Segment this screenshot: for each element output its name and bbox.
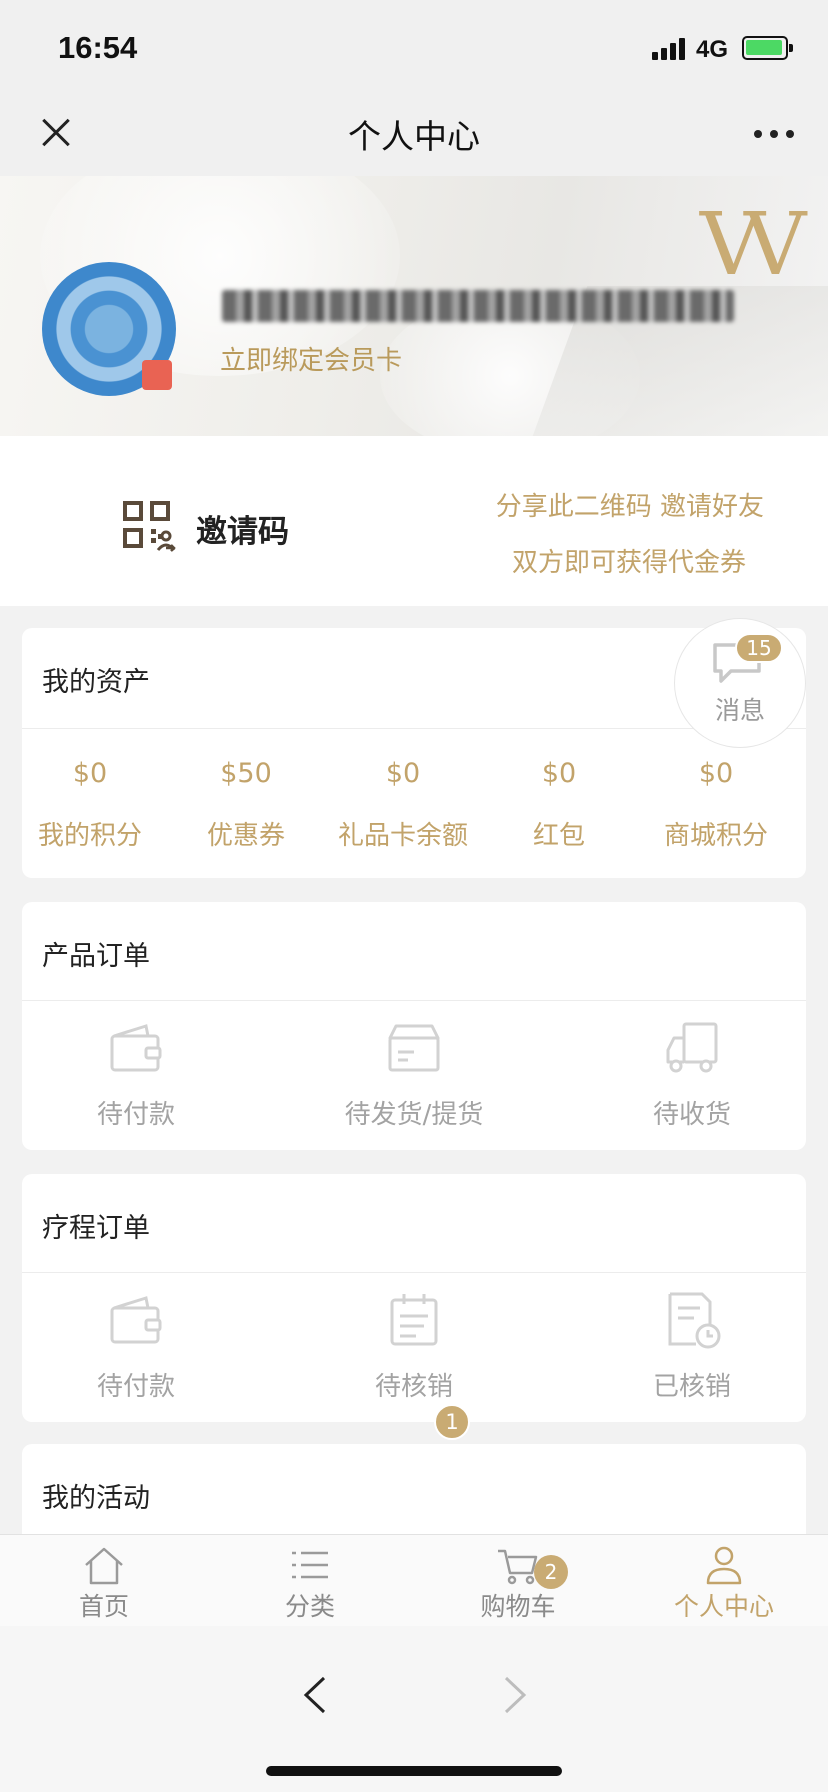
assets-title: 我的资产: [42, 667, 150, 698]
battery-icon: [742, 36, 793, 60]
order-label: 待付款: [96, 1372, 175, 1402]
asset-mall-points[interactable]: $0 商城积分: [636, 758, 796, 852]
forward-arrow-icon[interactable]: [500, 1674, 530, 1716]
tab-label: 分类: [284, 1592, 335, 1621]
asset-label: 红包: [532, 821, 585, 851]
asset-label: 商城积分: [663, 821, 768, 851]
qr-code-icon: [123, 501, 176, 552]
asset-points[interactable]: $0 我的积分: [10, 758, 170, 852]
asset-value: $0: [385, 758, 421, 789]
therapy-verified[interactable]: 已核销: [582, 1290, 802, 1403]
divider: [22, 1000, 806, 1001]
status-time: 16:54: [58, 30, 138, 65]
product-orders-card: 产品订单 待付款 待发货/提货 待收货: [22, 902, 806, 1150]
list-icon: [292, 1551, 328, 1579]
messages-button[interactable]: 15 消息: [674, 618, 806, 748]
therapy-orders-card: 疗程订单 待付款 待核销 1 已核销: [22, 1174, 806, 1440]
status-bar: 16:54 4G: [0, 0, 828, 100]
messages-badge: 15: [735, 633, 783, 663]
browser-nav-bar: [0, 1626, 828, 1792]
invite-code-label: 邀请码: [196, 514, 289, 550]
order-pending-payment[interactable]: 待付款: [26, 1018, 246, 1131]
therapy-pending-payment[interactable]: 待付款: [26, 1290, 246, 1403]
box-icon: [388, 1024, 440, 1072]
order-label: 待收货: [652, 1100, 731, 1130]
activities-title: 我的活动: [42, 1483, 150, 1514]
network-type: 4G: [696, 36, 729, 63]
user-name-blurred: [222, 290, 734, 322]
order-pending-receipt[interactable]: 待收货: [582, 1018, 802, 1131]
brand-logo: VV: [700, 195, 806, 295]
tab-home[interactable]: 首页: [34, 1545, 174, 1623]
tab-label: 购物车: [480, 1592, 556, 1621]
tab-categories[interactable]: 分类: [240, 1545, 380, 1623]
asset-label: 优惠券: [206, 821, 285, 851]
divider: [22, 728, 806, 729]
cart-icon: [498, 1549, 538, 1585]
tab-profile[interactable]: 个人中心: [654, 1545, 794, 1623]
tab-label: 首页: [78, 1592, 129, 1621]
wallet-icon: [110, 1024, 162, 1072]
nav-bar: 个人中心: [0, 100, 828, 176]
order-pending-shipment[interactable]: 待发货/提货: [304, 1018, 524, 1131]
messages-label: 消息: [714, 696, 765, 725]
home-indicator: [266, 1766, 562, 1776]
order-label: 待付款: [96, 1100, 175, 1130]
tab-label: 个人中心: [673, 1592, 774, 1621]
asset-value: $0: [72, 758, 108, 789]
cart-badge: 2: [534, 1555, 568, 1589]
therapy-orders-title: 疗程订单: [42, 1213, 150, 1244]
invite-description-1: 分享此二维码 邀请好友: [495, 492, 764, 522]
product-orders-title: 产品订单: [42, 941, 150, 972]
asset-value: $0: [541, 758, 577, 789]
asset-value: $50: [220, 758, 272, 789]
order-label: 已核销: [652, 1372, 731, 1402]
verification-badge: 1: [434, 1404, 470, 1440]
asset-value: $0: [698, 758, 734, 789]
truck-icon: [666, 1022, 718, 1073]
tab-bar: 首页 分类 购物车 2 个人中心: [0, 1534, 828, 1626]
more-icon[interactable]: [754, 130, 794, 138]
therapy-pending-verification[interactable]: 待核销 1: [304, 1290, 524, 1440]
asset-gift-card[interactable]: $0 礼品卡余额: [323, 758, 483, 852]
asset-coupons[interactable]: $50 优惠券: [166, 758, 326, 852]
back-arrow-icon[interactable]: [300, 1674, 330, 1716]
tab-cart[interactable]: 购物车 2: [448, 1545, 588, 1623]
page-title: 个人中心: [348, 117, 480, 156]
profile-banner: VV 立即绑定会员卡: [0, 176, 828, 436]
asset-red-packet[interactable]: $0 红包: [479, 758, 639, 852]
home-icon: [85, 1547, 123, 1585]
document-clock-icon: [668, 1292, 721, 1349]
invite-section[interactable]: 邀请码 分享此二维码 邀请好友 双方即可获得代金券: [0, 436, 828, 606]
clipboard-icon: [390, 1294, 438, 1346]
invite-description-2: 双方即可获得代金券: [511, 548, 746, 578]
order-label: 待发货/提货: [344, 1100, 484, 1130]
order-label: 待核销: [374, 1372, 453, 1402]
signal-icon: [652, 38, 688, 60]
wallet-icon: [110, 1296, 162, 1344]
asset-label: 我的积分: [37, 821, 142, 851]
asset-label: 礼品卡余额: [337, 821, 468, 851]
bind-member-card-link[interactable]: 立即绑定会员卡: [220, 340, 402, 377]
avatar[interactable]: [42, 262, 176, 396]
user-icon: [706, 1546, 742, 1585]
divider: [22, 1272, 806, 1273]
